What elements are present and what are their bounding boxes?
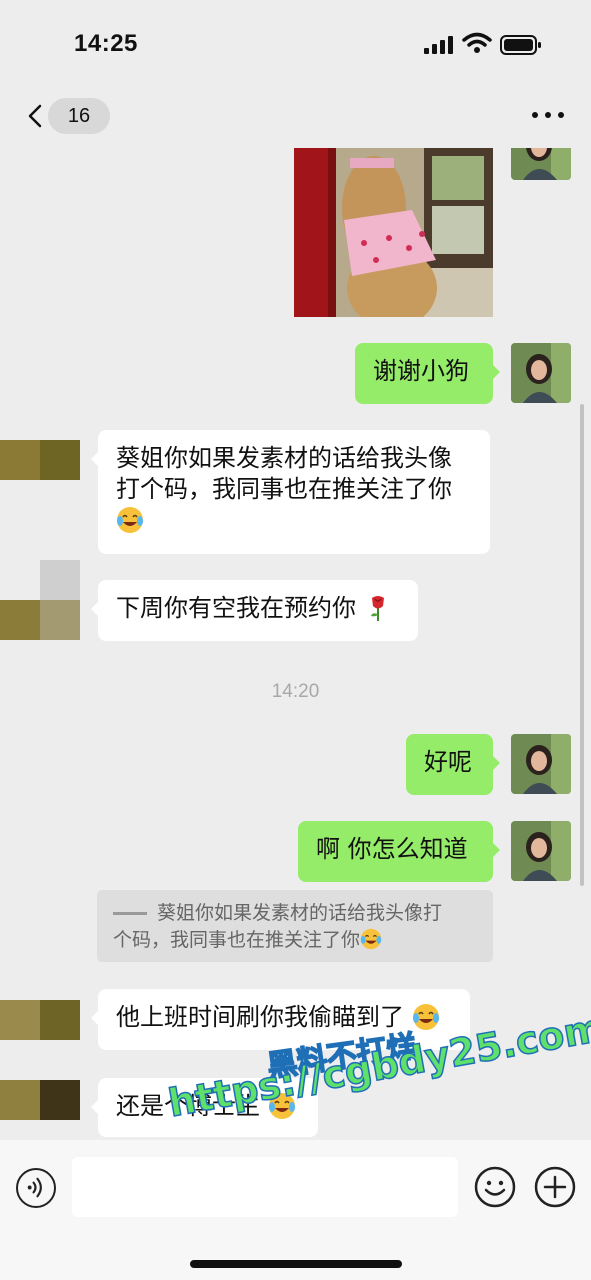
quote-text-line: 个码，我同事也在推关注了你 <box>113 927 477 954</box>
quote-sender-redacted <box>113 912 147 915</box>
home-indicator[interactable] <box>190 1260 402 1268</box>
my-avatar[interactable] <box>511 148 571 180</box>
quoted-message[interactable]: 葵姐你如果发素材的话给我头像打 个码，我同事也在推关注了你 <box>97 890 493 962</box>
rose-emoji <box>370 596 384 621</box>
wifi-icon <box>462 32 492 53</box>
outgoing-message[interactable]: 啊 你怎么知道 <box>298 821 500 882</box>
quote-text-line: 葵姐你如果发素材的话给我头像打 <box>113 900 477 927</box>
more-dot <box>545 112 551 118</box>
chat-area[interactable]: 谢谢小狗 葵姐你如果发素材的话给我头像 打个码，我同事也在推关注了你 下周你有空… <box>0 148 591 1140</box>
laugh-cry-emoji <box>412 1004 439 1030</box>
input-bar <box>0 1140 591 1280</box>
outgoing-message[interactable]: 谢谢小狗 <box>355 343 500 404</box>
incoming-message[interactable]: 葵姐你如果发素材的话给我头像 打个码，我同事也在推关注了你 <box>91 430 490 554</box>
my-avatar[interactable] <box>511 343 571 403</box>
status-time: 14:25 <box>74 30 138 57</box>
chat-timestamp: 14:20 <box>271 681 320 702</box>
back-button[interactable]: 16 <box>18 98 110 134</box>
teddy-bear-photo <box>294 148 493 317</box>
contact-avatar-blurred[interactable] <box>0 560 80 640</box>
voice-button[interactable] <box>16 1168 56 1208</box>
outgoing-message[interactable]: 好呢 <box>406 734 500 795</box>
message-text: 啊 你怎么知道 <box>316 835 468 863</box>
plus-icon[interactable] <box>534 1166 576 1208</box>
image-message[interactable] <box>294 148 493 317</box>
message-text: 下周你有空我在预约你 <box>116 594 356 622</box>
signal-icon <box>424 36 454 54</box>
more-dots-icon <box>532 112 538 118</box>
more-dot <box>558 112 564 118</box>
message-text-line: 打个码，我同事也在推关注了你 <box>116 475 452 503</box>
laugh-cry-emoji <box>360 928 382 950</box>
quote-text: 葵姐你如果发素材的话给我头像打 <box>157 902 443 924</box>
incoming-message[interactable]: 下周你有空我在预约你 <box>91 580 418 641</box>
message-input[interactable] <box>72 1157 458 1217</box>
my-avatar[interactable] <box>511 821 571 881</box>
contact-avatar-blurred[interactable] <box>0 440 80 480</box>
contact-avatar-blurred[interactable] <box>0 1080 80 1120</box>
emoji-icon[interactable] <box>474 1166 516 1208</box>
contact-avatar-blurred[interactable] <box>0 1000 80 1040</box>
quote-text: 个码，我同事也在推关注了你 <box>113 929 361 951</box>
more-button[interactable] <box>526 102 572 126</box>
message-text-line: 葵姐你如果发素材的话给我头像 <box>116 444 452 472</box>
status-bar: 14:25 <box>0 0 591 88</box>
scrollbar[interactable] <box>580 404 584 886</box>
message-text: 他上班时间刷你我偷瞄到了 <box>116 1003 404 1031</box>
my-avatar[interactable] <box>511 734 571 794</box>
battery-icon <box>500 35 541 55</box>
voice-icon <box>27 1177 42 1198</box>
laugh-cry-emoji <box>117 507 143 533</box>
message-text: 好呢 <box>424 748 472 776</box>
unread-count-badge: 16 <box>48 98 110 134</box>
chevron-left-icon <box>28 104 42 128</box>
nav-bar: 16 <box>0 88 591 148</box>
message-text: 谢谢小狗 <box>373 357 469 385</box>
